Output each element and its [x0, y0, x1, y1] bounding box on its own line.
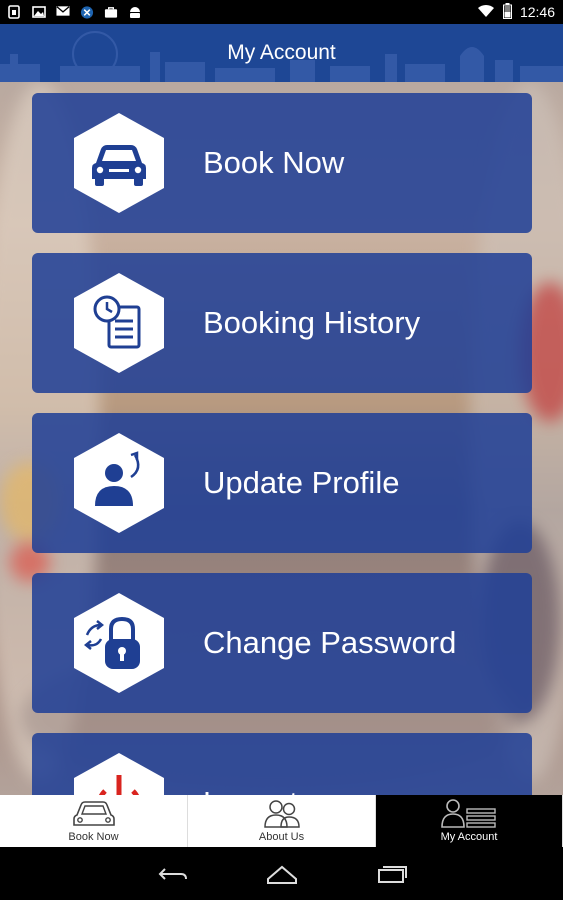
tab-book-now[interactable]: Book Now	[0, 795, 188, 847]
menu-item-label: Update Profile	[203, 465, 400, 500]
system-navigation-bar	[0, 847, 563, 900]
menu-item-change-password[interactable]: Change Password	[32, 573, 532, 713]
status-time: 12:46	[519, 4, 555, 20]
menu-item-update-profile[interactable]: Update Profile	[32, 413, 532, 553]
menu-item-label: Booking History	[203, 305, 421, 340]
menu-item-booking-history[interactable]: Booking History	[32, 253, 532, 393]
tab-about-us[interactable]: About Us	[188, 795, 376, 847]
app-header: My Account	[0, 24, 563, 82]
image-icon	[32, 5, 46, 19]
page-title: My Account	[227, 41, 336, 64]
history-document-icon	[74, 273, 164, 373]
recents-icon[interactable]	[375, 864, 407, 884]
tab-my-account[interactable]: My Account	[376, 795, 563, 847]
menu-item-label: Change Password	[203, 625, 457, 660]
padlock-refresh-icon	[74, 593, 164, 693]
menu-item-label: Book Now	[203, 145, 345, 180]
profile-update-icon	[74, 433, 164, 533]
tab-label: Book Now	[68, 831, 119, 843]
mail-icon	[56, 5, 70, 19]
wifi-icon	[477, 4, 495, 21]
vpn-icon	[80, 5, 94, 19]
battery-icon	[502, 2, 512, 22]
notification-icons	[8, 5, 142, 19]
android-icon	[128, 5, 142, 19]
home-icon[interactable]	[265, 863, 299, 885]
tab-label: My Account	[440, 831, 498, 843]
menu-item-book-now[interactable]: Book Now	[32, 93, 532, 233]
tab-label: About Us	[258, 831, 305, 843]
status-bar: 12:46	[0, 0, 563, 24]
bottom-tab-bar: Book Now About Us My Account	[0, 795, 563, 847]
sim-icon	[8, 5, 22, 19]
account-list-icon	[441, 799, 496, 828]
back-icon[interactable]	[157, 864, 189, 884]
people-icon	[263, 800, 300, 828]
car-icon	[74, 113, 164, 213]
car-icon	[72, 801, 115, 826]
bag-icon	[104, 5, 118, 19]
